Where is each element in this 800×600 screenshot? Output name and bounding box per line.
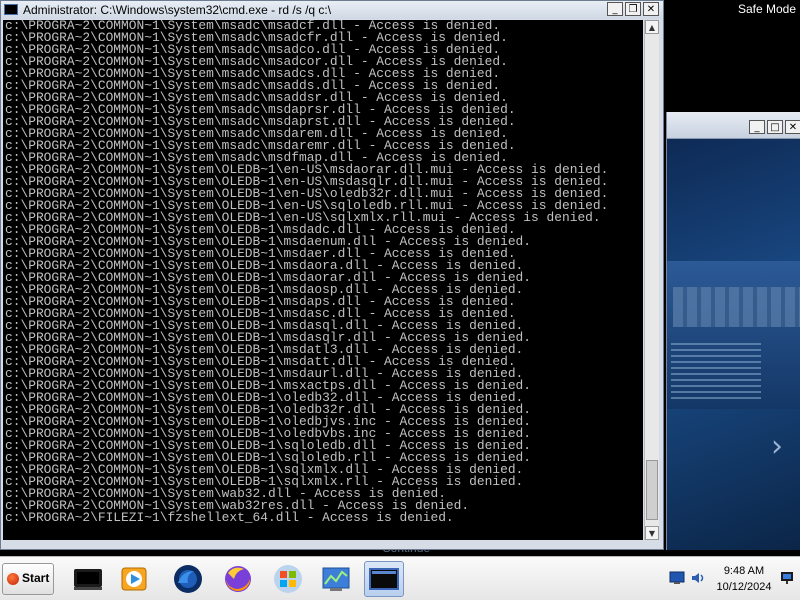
windows-logo-icon bbox=[274, 565, 302, 593]
scroll-down-button[interactable]: ▼ bbox=[645, 526, 659, 540]
volume-icon[interactable] bbox=[691, 571, 707, 585]
vertical-scrollbar[interactable]: ▲ ▼ bbox=[644, 20, 659, 540]
task-manager-icon bbox=[322, 567, 350, 591]
close-button[interactable]: ✕ bbox=[643, 2, 659, 16]
taskbar-media-player[interactable] bbox=[114, 561, 154, 597]
flag-icon[interactable] bbox=[779, 571, 795, 585]
clock-time: 9:48 AM bbox=[723, 565, 765, 577]
clock-date: 10/12/2024 bbox=[716, 581, 772, 593]
bg-maximize-button[interactable]: □ bbox=[767, 120, 783, 134]
start-label: Start bbox=[22, 571, 50, 585]
media-player-icon bbox=[121, 567, 147, 591]
next-arrow-icon[interactable]: › bbox=[771, 429, 783, 464]
scroll-up-button[interactable]: ▲ bbox=[645, 20, 659, 34]
console-output[interactable]: c:\PROGRA~2\COMMON~1\System\msadc\msadcf… bbox=[3, 20, 643, 540]
taskbar-browser-dark[interactable] bbox=[168, 561, 208, 597]
cmd-window[interactable]: Administrator: C:\Windows\system32\cmd.e… bbox=[0, 0, 664, 550]
taskbar-console-app[interactable] bbox=[68, 561, 108, 597]
firefox-dark-icon bbox=[174, 565, 202, 593]
network-icon[interactable] bbox=[669, 571, 685, 585]
console-icon bbox=[74, 569, 102, 590]
background-thumbnails bbox=[673, 287, 800, 327]
cmd-titlebar[interactable]: Administrator: C:\Windows\system32\cmd.e… bbox=[1, 1, 663, 19]
minimize-button[interactable]: _ bbox=[607, 2, 623, 16]
cmd-window-icon bbox=[4, 4, 18, 15]
background-text-block bbox=[671, 339, 761, 399]
maximize-button[interactable]: ❐ bbox=[625, 2, 641, 16]
cmd-window-title: Administrator: C:\Windows\system32\cmd.e… bbox=[23, 3, 332, 17]
windows-orb-icon bbox=[7, 573, 19, 585]
bg-close-button[interactable]: ✕ bbox=[785, 120, 800, 134]
background-window[interactable]: _ □ ✕ › bbox=[666, 112, 800, 550]
firefox-icon bbox=[225, 566, 251, 592]
bg-minimize-button[interactable]: _ bbox=[749, 120, 765, 134]
background-window-content: › bbox=[667, 139, 800, 550]
scroll-thumb[interactable] bbox=[646, 460, 658, 520]
taskbar-cmd[interactable] bbox=[364, 561, 404, 597]
taskbar-task-manager[interactable] bbox=[316, 561, 356, 597]
safe-mode-label: Safe Mode bbox=[737, 2, 796, 16]
taskbar-firefox[interactable] bbox=[218, 561, 258, 597]
console-text: c:\PROGRA~2\COMMON~1\System\msadc\msadcf… bbox=[5, 20, 609, 525]
taskbar: Start 9:48 AM 10/12/2024 bbox=[0, 556, 800, 600]
cmd-icon bbox=[369, 568, 399, 590]
system-clock[interactable]: 9:48 AM 10/12/2024 bbox=[714, 563, 774, 595]
background-window-titlebar[interactable]: _ □ ✕ bbox=[667, 112, 800, 139]
start-button[interactable]: Start bbox=[2, 563, 54, 595]
taskbar-windows[interactable] bbox=[268, 561, 308, 597]
